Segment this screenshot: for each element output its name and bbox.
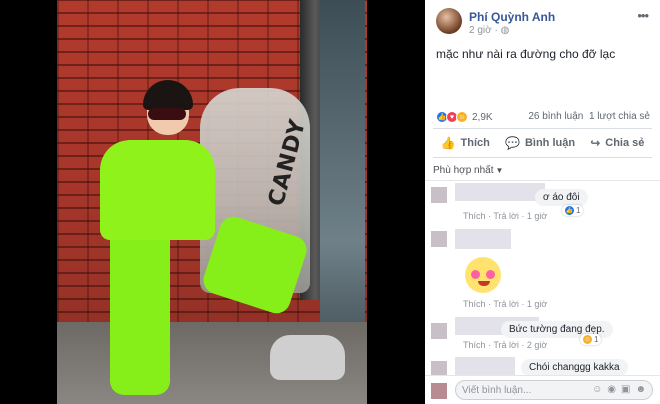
gif-icon[interactable]: ▣ [621,384,630,395]
like-button[interactable]: 👍 Thích [441,136,490,150]
share-button[interactable]: ↪ Chia sẻ [590,136,644,150]
commenter-avatar[interactable] [431,323,447,339]
commenter-avatar[interactable] [431,187,447,203]
post-caption: mặc như nài ra đường cho đỡ lạc [436,47,616,61]
sticker-icon[interactable]: ☻ [635,384,646,395]
globe-icon: ◍ [500,25,510,36]
viewer-avatar [431,383,447,399]
chevron-down-icon: ▼ [495,166,504,175]
share-label: Chia sẻ [605,137,645,149]
haha-reaction-icon: ☺ [456,111,468,123]
comment-text: Chói changgg kakka [521,359,628,376]
more-options-icon[interactable]: ••• [637,8,649,23]
reaction-summary[interactable]: 👍 ♥ ☺ 2,9K [436,110,493,124]
post-stats: 26 bình luận 1 lượt chia sẻ [528,111,650,122]
comment-input-box[interactable]: ☺ ◉ ▣ ☻ [455,380,653,400]
comment-composer: ☺ ◉ ▣ ☻ [425,375,660,404]
person-hoodie [100,140,215,240]
blurred-name [455,229,511,249]
blurred-name [455,183,545,201]
reaction-count: 2,9K [472,111,493,123]
comment-text: ơ áo đôi [535,189,588,206]
author-avatar[interactable] [436,8,462,34]
blurred-name [455,357,515,375]
comment-list: ơ áo đôi Thích · Trả lời · 1 giờ 👍 1 Thí… [425,180,660,380]
emoji-icon[interactable]: ☺ [592,384,602,395]
person-sneaker [270,335,345,380]
comment-reaction-count: 1 [576,206,581,215]
post-sidebar: Phí Quỳnh Anh 2 giờ · ◍ ••• mặc như nài … [425,0,660,404]
share-count[interactable]: 1 lượt chia sẻ [589,111,650,122]
comment-actions[interactable]: Thích · Trả lời · 1 giờ [463,211,547,221]
person-pants [110,225,170,395]
action-bar: 👍 Thích 💬 Bình luận ↪ Chia sẻ [433,128,652,158]
like-icon: 👍 [440,136,456,150]
comment-icon: 💬 [505,136,520,150]
comment-count[interactable]: 26 bình luận [528,111,583,122]
post-meta: 2 giờ · ◍ [469,25,509,36]
haha-reaction-icon: ☺ [583,335,592,344]
person-sunglasses [148,108,186,120]
camera-icon[interactable]: ◉ [607,384,616,395]
post-header: Phí Quỳnh Anh 2 giờ · ◍ ••• [425,0,660,40]
composer-icons: ☺ ◉ ▣ ☻ [592,384,646,395]
love-eyes-sticker-icon [465,257,501,293]
commenter-avatar[interactable] [431,231,447,247]
post-photo[interactable]: CANDY [0,0,425,404]
comment-reaction[interactable]: ☺ 1 [580,334,602,345]
comment-actions[interactable]: Thích · Trả lời · 2 giờ [463,340,547,350]
comment-reaction[interactable]: 👍 1 [562,205,584,216]
comment-input[interactable] [462,383,572,397]
comment-reaction-count: 1 [594,335,599,344]
sort-label: Phù hợp nhất [433,165,494,176]
like-reaction-icon: 👍 [565,206,574,215]
comment-button[interactable]: 💬 Bình luận [505,136,575,150]
share-icon: ↪ [590,136,601,150]
comment-sort-dropdown[interactable]: Phù hợp nhất ▼ [433,165,503,176]
like-label: Thích [460,137,490,149]
comment-actions[interactable]: Thích · Trả lời · 1 giờ [463,299,547,309]
comment-label: Bình luận [524,137,576,149]
post-time[interactable]: 2 giờ · [469,25,501,36]
author-name[interactable]: Phí Quỳnh Anh [469,10,555,24]
